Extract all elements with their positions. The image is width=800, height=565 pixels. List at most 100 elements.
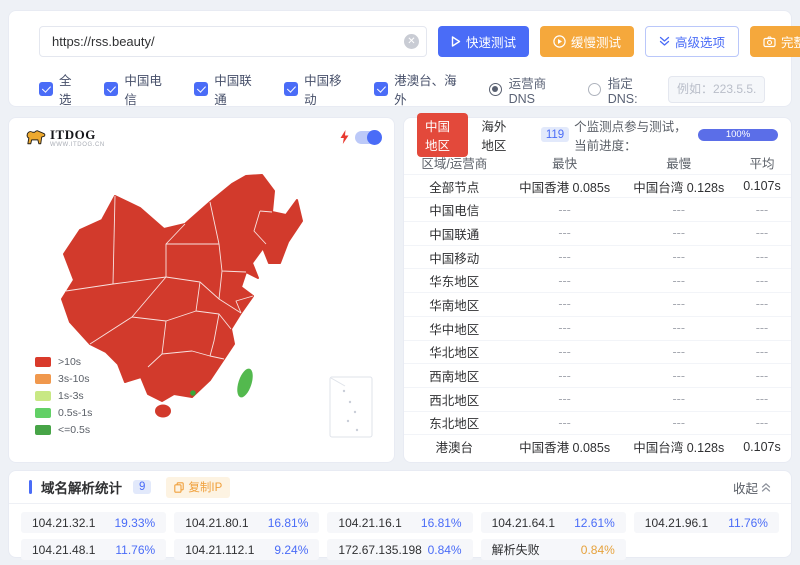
table-row[interactable]: 东北地区 --- --- --- bbox=[404, 411, 791, 435]
map-legend: >10s 3s-10s 1s-3s 0.5s-1s <=0.5s bbox=[35, 351, 92, 436]
table-row[interactable]: 华中地区 --- --- --- bbox=[404, 316, 791, 340]
cell-average: --- bbox=[733, 345, 791, 359]
isp-checkbox[interactable]: 全选 bbox=[39, 70, 83, 108]
cell-average: --- bbox=[733, 369, 791, 383]
legend-swatch bbox=[35, 374, 51, 384]
legend-swatch bbox=[35, 357, 51, 367]
map-card: ITDOG WWW.ITDOG.CN bbox=[8, 117, 395, 463]
ip-item[interactable]: 104.21.64.1 12.61% bbox=[481, 512, 626, 533]
cell-region: 全部节点 bbox=[404, 177, 505, 196]
cell-fastest: --- bbox=[505, 250, 625, 264]
cell-fastest: --- bbox=[505, 369, 625, 383]
legend-item: 1s-3s bbox=[35, 390, 92, 402]
table-row[interactable]: 中国移动 --- --- --- bbox=[404, 245, 791, 269]
checkbox-checked-icon bbox=[104, 82, 118, 96]
table-row[interactable]: 华南地区 --- --- --- bbox=[404, 292, 791, 316]
table-row[interactable]: 西北地区 --- --- --- bbox=[404, 387, 791, 411]
ip-item[interactable]: 104.21.112.1 9.24% bbox=[174, 539, 319, 560]
play-circle-icon bbox=[553, 35, 566, 48]
table-row[interactable]: 华北地区 --- --- --- bbox=[404, 340, 791, 364]
isp-checkbox[interactable]: 中国移动 bbox=[284, 70, 353, 108]
cell-slowest: --- bbox=[625, 297, 733, 311]
ip-item[interactable]: 172.67.135.198 0.84% bbox=[327, 539, 472, 560]
checkbox-checked-icon bbox=[194, 82, 208, 96]
checkbox-label: 中国联通 bbox=[214, 70, 263, 108]
advanced-options-button[interactable]: 高级选项 bbox=[645, 26, 739, 57]
table-row[interactable]: 港澳台 中国香港 0.085s 中国台湾 0.128s 0.107s bbox=[404, 434, 791, 458]
node-count-badge: 119 bbox=[541, 127, 569, 142]
url-row: ✕ 快速测试 缓慢测试 高级选项 完整截图 bbox=[9, 11, 791, 57]
legend-label: 0.5s-1s bbox=[58, 407, 92, 419]
legend-label: <=0.5s bbox=[58, 424, 90, 436]
cell-fastest: --- bbox=[505, 392, 625, 406]
cell-average: --- bbox=[733, 250, 791, 264]
cell-average: --- bbox=[733, 297, 791, 311]
double-chevron-down-icon bbox=[659, 36, 670, 47]
cell-fastest: --- bbox=[505, 274, 625, 288]
cell-slowest: 中国台湾 0.128s bbox=[625, 177, 733, 196]
isp-checkbox[interactable]: 港澳台、海外 bbox=[374, 70, 468, 108]
ip-address: 104.21.48.1 bbox=[32, 543, 95, 557]
ip-count-badge: 9 bbox=[133, 480, 151, 494]
col-fastest: 最快 bbox=[505, 153, 625, 172]
legend-swatch bbox=[35, 408, 51, 418]
ip-percent: 11.76% bbox=[728, 516, 768, 530]
table-row[interactable]: 华东地区 --- --- --- bbox=[404, 268, 791, 292]
results-header: 中国地区 海外地区 119 个监测点参与测试，当前进度： 100% bbox=[404, 118, 791, 151]
operator-dns-radio[interactable] bbox=[489, 83, 502, 96]
ip-item[interactable]: 104.21.48.1 11.76% bbox=[21, 539, 166, 560]
fast-test-button[interactable]: 快速测试 bbox=[438, 26, 529, 57]
custom-dns-input[interactable] bbox=[668, 76, 765, 103]
cell-fastest: --- bbox=[505, 416, 625, 430]
full-screenshot-button[interactable]: 完整截图 bbox=[750, 26, 800, 57]
ip-item[interactable]: 104.21.32.1 19.33% bbox=[21, 512, 166, 533]
taiwan-shape[interactable] bbox=[234, 367, 256, 400]
slow-test-button[interactable]: 缓慢测试 bbox=[540, 26, 634, 57]
cell-average: 0.107s bbox=[733, 440, 791, 454]
copy-icon bbox=[174, 482, 184, 493]
ip-percent: 9.24% bbox=[274, 543, 308, 557]
cell-slowest: --- bbox=[625, 321, 733, 335]
tab-overseas-region[interactable]: 海外地区 bbox=[481, 116, 516, 154]
lightning-icon bbox=[340, 130, 349, 144]
checkbox-label: 全选 bbox=[59, 70, 83, 108]
ip-item[interactable]: 解析失败 0.84% bbox=[481, 539, 626, 560]
ip-percent: 11.76% bbox=[115, 543, 155, 557]
cell-fastest: --- bbox=[505, 345, 625, 359]
screenshot-icon bbox=[763, 36, 776, 48]
table-row[interactable]: 西南地区 --- --- --- bbox=[404, 363, 791, 387]
checkbox-label: 中国移动 bbox=[304, 70, 353, 108]
hainan-shape[interactable] bbox=[155, 405, 171, 418]
double-chevron-up-icon bbox=[761, 482, 771, 493]
south-china-sea-inset bbox=[330, 377, 372, 437]
legend-swatch bbox=[35, 391, 51, 401]
cell-average: --- bbox=[733, 226, 791, 240]
ip-item[interactable]: 104.21.80.1 16.81% bbox=[174, 512, 319, 533]
table-row[interactable]: 中国电信 --- --- --- bbox=[404, 197, 791, 221]
table-row[interactable]: 全部节点 中国香港 0.085s 中国台湾 0.128s 0.107s bbox=[404, 174, 791, 198]
clear-url-icon[interactable]: ✕ bbox=[404, 34, 419, 49]
ip-address: 104.21.112.1 bbox=[185, 543, 254, 557]
ip-percent: 0.84% bbox=[581, 543, 615, 557]
custom-dns-radio[interactable] bbox=[588, 83, 601, 96]
progress-text: 个监测点参与测试，当前进度： bbox=[574, 116, 698, 154]
collapse-button[interactable]: 收起 bbox=[733, 478, 771, 497]
dog-icon bbox=[25, 129, 46, 147]
url-input[interactable] bbox=[39, 26, 427, 57]
table-row[interactable]: 中国联通 --- --- --- bbox=[404, 221, 791, 245]
tab-china-region[interactable]: 中国地区 bbox=[417, 113, 468, 157]
map-toggle-switch[interactable] bbox=[355, 131, 381, 144]
hongkong-dot[interactable] bbox=[190, 390, 196, 396]
checkbox-checked-icon bbox=[39, 82, 53, 96]
isp-checkbox[interactable]: 中国联通 bbox=[194, 70, 263, 108]
isp-checkbox[interactable]: 中国电信 bbox=[104, 70, 173, 108]
title-accent-bar bbox=[29, 480, 32, 494]
ip-item[interactable]: 104.21.96.1 11.76% bbox=[634, 512, 779, 533]
cell-fastest: --- bbox=[505, 226, 625, 240]
ip-item[interactable]: 104.21.16.1 16.81% bbox=[327, 512, 472, 533]
table-header-row: 区域/运营商 最快 最慢 平均 bbox=[404, 151, 791, 174]
copy-ip-button[interactable]: 复制IP bbox=[166, 477, 230, 498]
ip-percent: 0.84% bbox=[428, 543, 462, 557]
china-mainland-shape bbox=[62, 175, 302, 401]
ip-address: 解析失败 bbox=[492, 541, 540, 558]
